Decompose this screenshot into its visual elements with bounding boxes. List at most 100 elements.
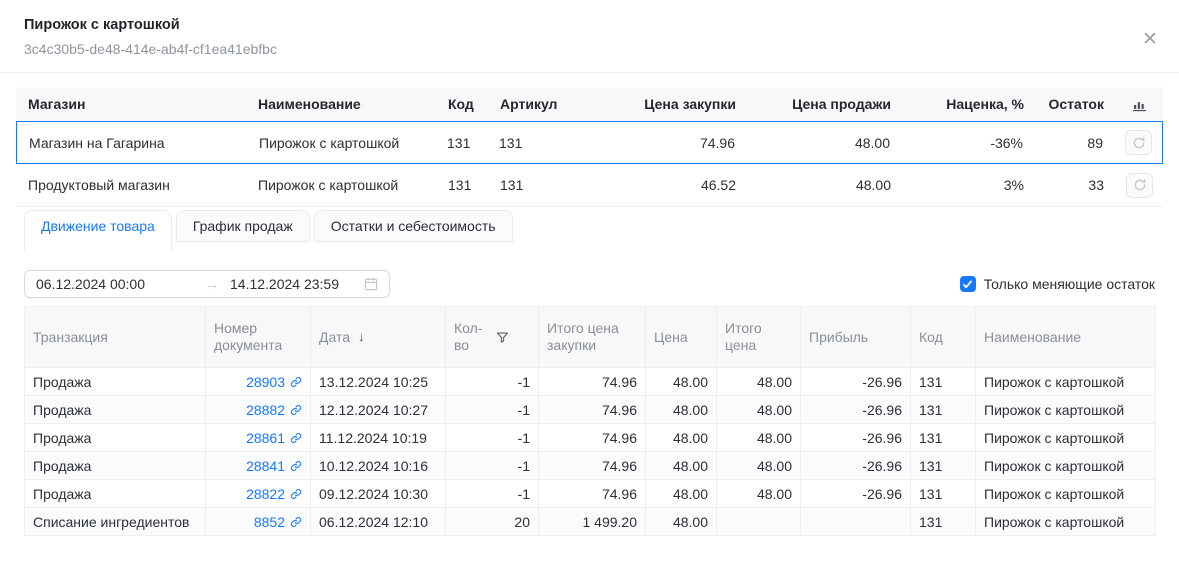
col-header-markup: Наценка, %	[903, 96, 1036, 112]
code: 131	[911, 396, 976, 424]
bar-chart-icon	[1132, 97, 1147, 112]
col-header-stock: Остаток	[1036, 96, 1116, 112]
transaction-row: Списание ингредиентов 8852 06.12.2024 12…	[25, 508, 1156, 536]
quantity: -1	[446, 396, 539, 424]
col-header-doc-number: Номер документа	[206, 307, 311, 368]
price: 48.00	[646, 396, 717, 424]
tab-product-movement[interactable]: Движение товара	[24, 210, 172, 252]
store-row-produktovy[interactable]: Продуктовый магазин Пирожок с картошкой …	[16, 164, 1163, 207]
price: 48.00	[646, 368, 717, 396]
document-link[interactable]: 28882	[246, 402, 302, 418]
quantity: -1	[446, 480, 539, 508]
col-header-purchase-price: Цена закупки	[618, 96, 748, 112]
markup-percent: -36%	[902, 135, 1035, 151]
sale-price: 48.00	[747, 135, 902, 151]
close-button[interactable]: ✕	[1137, 26, 1163, 52]
item-name: Пирожок с картошкой	[976, 424, 1156, 452]
chart-column-header[interactable]	[1116, 97, 1163, 112]
profit: -26.96	[801, 452, 911, 480]
link-icon	[290, 404, 302, 416]
item-name: Пирожок с картошкой	[976, 452, 1156, 480]
transaction-date: 12.12.2024 10:27	[311, 396, 446, 424]
price: 48.00	[646, 424, 717, 452]
price: 48.00	[646, 508, 717, 536]
product-sku: 131	[488, 177, 618, 193]
product-code: 131	[435, 135, 487, 151]
transactions-header-row: Транзакция Номер документа Дата ↓ Кол-во…	[25, 307, 1156, 368]
col-header-name: Наименование	[246, 96, 436, 112]
refresh-button[interactable]	[1125, 130, 1152, 155]
price: 48.00	[646, 452, 717, 480]
close-icon: ✕	[1142, 30, 1158, 49]
stores-table-header: Магазин Наименование Код Артикул Цена за…	[16, 87, 1163, 121]
col-header-code: Код	[436, 96, 488, 112]
store-row-gagarina[interactable]: Магазин на Гагарина Пирожок с картошкой …	[16, 121, 1163, 164]
col-header-transaction: Транзакция	[25, 307, 206, 368]
date-to-value[interactable]: 14.12.2024 23:59	[230, 276, 364, 292]
col-header-store: Магазин	[16, 96, 246, 112]
document-link[interactable]: 28861	[246, 430, 302, 446]
total-price: 48.00	[717, 480, 801, 508]
transaction-date: 10.12.2024 10:16	[311, 452, 446, 480]
transaction-date: 11.12.2024 10:19	[311, 424, 446, 452]
transaction-type: Списание ингредиентов	[25, 508, 206, 536]
total-price: 48.00	[717, 368, 801, 396]
page-title: Пирожок с картошкой	[24, 17, 1155, 33]
link-icon	[290, 516, 302, 528]
col-header-total-purchase: Итого цена закупки	[539, 307, 646, 368]
filter-funnel-icon[interactable]	[496, 331, 509, 344]
tab-sales-chart[interactable]: График продаж	[176, 210, 310, 242]
total-price: 48.00	[717, 424, 801, 452]
transaction-row: Продажа 28822 09.12.2024 10:30 -1 74.96 …	[25, 480, 1156, 508]
quantity: -1	[446, 452, 539, 480]
document-link[interactable]: 8852	[254, 514, 302, 530]
checkbox-label: Только меняющие остаток	[984, 276, 1155, 292]
code: 131	[911, 508, 976, 536]
col-header-date[interactable]: Дата ↓	[311, 307, 446, 368]
code: 131	[911, 480, 976, 508]
link-icon	[290, 432, 302, 444]
item-name: Пирожок с картошкой	[976, 368, 1156, 396]
profit: -26.96	[801, 424, 911, 452]
transaction-row: Продажа 28861 11.12.2024 10:19 -1 74.96 …	[25, 424, 1156, 452]
only-stock-changing-filter[interactable]: Только меняющие остаток	[960, 276, 1155, 292]
refresh-icon	[1132, 136, 1146, 150]
profit: -26.96	[801, 396, 911, 424]
col-header-code: Код	[911, 307, 976, 368]
stock-value: 33	[1036, 177, 1116, 193]
transaction-type: Продажа	[25, 452, 206, 480]
transaction-row: Продажа 28882 12.12.2024 10:27 -1 74.96 …	[25, 396, 1156, 424]
tab-stock-and-cost[interactable]: Остатки и себестоимость	[314, 210, 513, 242]
transaction-date: 06.12.2024 12:10	[311, 508, 446, 536]
col-header-qty[interactable]: Кол-во	[446, 307, 539, 368]
check-icon	[962, 279, 973, 290]
item-name: Пирожок с картошкой	[976, 480, 1156, 508]
store-name: Магазин на Гагарина	[17, 135, 247, 151]
stores-table: Магазин Наименование Код Артикул Цена за…	[16, 87, 1163, 207]
profit: -26.96	[801, 368, 911, 396]
sort-desc-icon[interactable]: ↓	[358, 329, 365, 344]
profit: -26.96	[801, 480, 911, 508]
code: 131	[911, 368, 976, 396]
refresh-icon	[1133, 178, 1147, 192]
col-header-total-price: Итого цена	[717, 307, 801, 368]
total-price: 48.00	[717, 396, 801, 424]
product-code: 131	[436, 177, 488, 193]
product-name: Пирожок с картошкой	[247, 135, 435, 151]
refresh-button[interactable]	[1126, 173, 1153, 198]
item-name: Пирожок с картошкой	[976, 396, 1156, 424]
checkbox-checked[interactable]	[960, 276, 976, 292]
document-link[interactable]: 28841	[246, 458, 302, 474]
item-name: Пирожок с картошкой	[976, 508, 1156, 536]
document-link[interactable]: 28822	[246, 486, 302, 502]
stock-value: 89	[1035, 135, 1115, 151]
range-arrow-icon: →	[194, 276, 230, 292]
transaction-type: Продажа	[25, 480, 206, 508]
code: 131	[911, 452, 976, 480]
date-from-value[interactable]: 06.12.2024 00:00	[36, 276, 194, 292]
date-range-picker[interactable]: 06.12.2024 00:00 → 14.12.2024 23:59	[24, 270, 390, 298]
total-purchase-price: 74.96	[539, 452, 646, 480]
document-link[interactable]: 28903	[246, 374, 302, 390]
total-purchase-price: 1 499.20	[539, 508, 646, 536]
total-price	[717, 508, 801, 536]
